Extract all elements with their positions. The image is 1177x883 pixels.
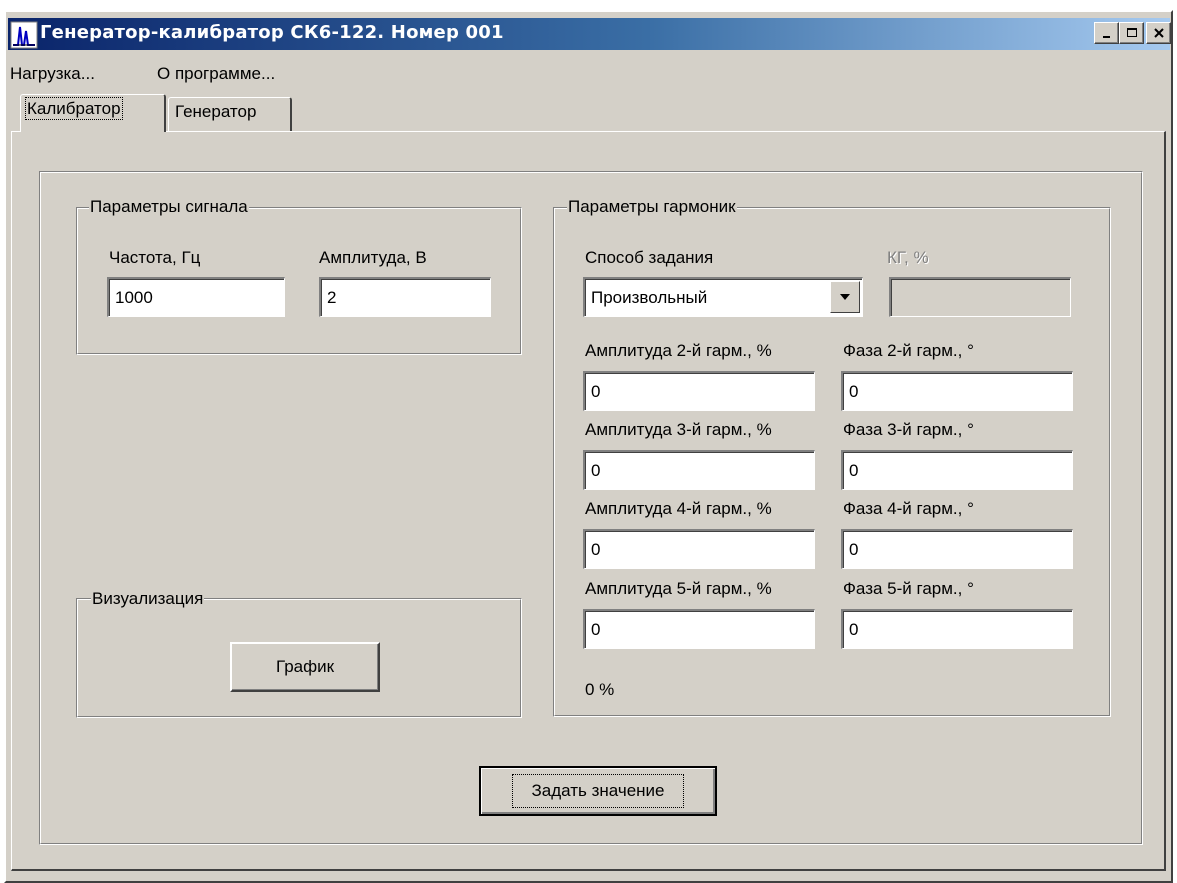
kg-label: КГ, % (887, 248, 929, 267)
minimize-icon (1102, 36, 1110, 38)
set-value-button[interactable]: Задать значение (479, 766, 717, 816)
tab-calibrator[interactable]: Калибратор (20, 94, 166, 132)
phase5-label: Фаза 5-й гарм., ° (843, 579, 974, 598)
phase3-label: Фаза 3-й гарм., ° (843, 420, 974, 439)
phase5-input[interactable]: 0 (841, 609, 1073, 649)
amplitude-label: Амплитуда, В (319, 248, 427, 267)
amp2-input[interactable]: 0 (583, 371, 815, 411)
graph-button[interactable]: График (230, 642, 380, 692)
visualization-title: Визуализация (91, 589, 205, 609)
menu-about[interactable]: О программе... (153, 62, 279, 86)
close-icon (1153, 28, 1164, 38)
chevron-down-icon (840, 294, 850, 300)
kg-field (889, 277, 1071, 317)
amp2-label: Амплитуда 2-й гарм., % (585, 341, 772, 360)
method-select[interactable]: Произвольный (583, 277, 863, 317)
frequency-label: Частота, Гц (109, 248, 201, 267)
amp5-input[interactable]: 0 (583, 609, 815, 649)
phase3-input[interactable]: 0 (841, 450, 1073, 490)
phase4-label: Фаза 4-й гарм., ° (843, 499, 974, 518)
signal-params-title: Параметры сигнала (89, 197, 249, 217)
minimize-button[interactable] (1094, 22, 1119, 44)
menu-load[interactable]: Нагрузка... (6, 62, 99, 86)
tab-generator[interactable]: Генератор (168, 97, 292, 131)
method-label: Способ задания (585, 248, 714, 267)
amplitude-input[interactable]: 2 (319, 277, 491, 317)
maximize-button[interactable] (1119, 22, 1144, 44)
app-signal-icon (10, 21, 38, 49)
phase2-input[interactable]: 0 (841, 371, 1073, 411)
tab-generator-label: Генератор (175, 102, 257, 121)
close-button[interactable] (1146, 22, 1171, 44)
maximize-icon (1126, 28, 1137, 37)
tab-calibrator-label: Калибратор (25, 97, 123, 120)
phase2-label: Фаза 2-й гарм., ° (843, 341, 974, 360)
method-select-value: Произвольный (591, 288, 708, 307)
dropdown-button[interactable] (830, 281, 860, 313)
amp4-label: Амплитуда 4-й гарм., % (585, 499, 772, 518)
set-value-label: Задать значение (512, 774, 684, 808)
frequency-input[interactable]: 1000 (107, 277, 285, 317)
harmonics-title: Параметры гармоник (567, 197, 737, 217)
window-title: Генератор-калибратор СК6-122. Номер 001 (40, 22, 504, 43)
total-harmonics-value: 0 % (585, 680, 615, 699)
amp4-input[interactable]: 0 (583, 529, 815, 569)
amp5-label: Амплитуда 5-й гарм., % (585, 579, 772, 598)
phase4-input[interactable]: 0 (841, 529, 1073, 569)
amp3-label: Амплитуда 3-й гарм., % (585, 420, 772, 439)
amp3-input[interactable]: 0 (583, 450, 815, 490)
